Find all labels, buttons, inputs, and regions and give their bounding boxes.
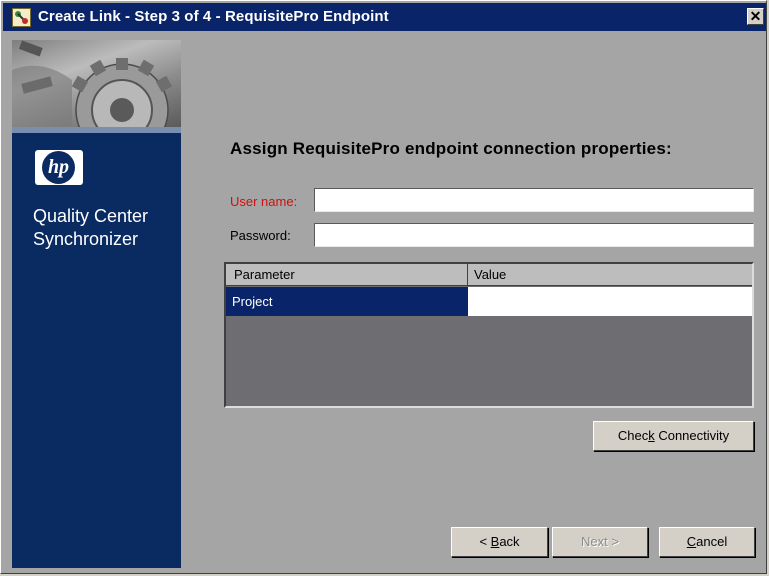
password-label: Password: [230, 228, 291, 243]
app-icon[interactable] [12, 8, 31, 27]
value-cell[interactable] [468, 287, 752, 316]
hp-logo-text: hp [47, 156, 70, 178]
column-header-value[interactable]: Value [468, 264, 752, 286]
parameters-grid: Parameter Value Project [224, 262, 754, 408]
username-label: User name: [230, 194, 298, 209]
back-button[interactable]: < Back [451, 527, 548, 557]
check-connectivity-button[interactable]: Check Connectivity [593, 421, 754, 451]
window-title: Create Link - Step 3 of 4 - RequisitePro… [38, 8, 389, 25]
password-field[interactable] [314, 223, 754, 247]
username-field[interactable] [314, 188, 754, 212]
title-bar: Create Link - Step 3 of 4 - RequisitePro… [3, 3, 766, 31]
gear-image [12, 40, 181, 127]
close-icon[interactable]: ✕ [747, 8, 764, 25]
next-button[interactable]: Next > [552, 527, 648, 557]
sidebar-divider [12, 127, 181, 133]
cancel-button[interactable]: Cancel [659, 527, 755, 557]
wizard-sidebar: hp Quality Center Synchronizer [12, 40, 181, 568]
create-link-dialog: Create Link - Step 3 of 4 - RequisitePro… [0, 0, 767, 574]
product-name: Quality Center Synchronizer [33, 206, 149, 249]
page-heading: Assign RequisitePro endpoint connection … [230, 139, 672, 158]
table-row[interactable]: Project [226, 287, 752, 316]
parameter-cell[interactable]: Project [226, 287, 468, 316]
hp-logo: hp [35, 150, 83, 185]
column-header-parameter[interactable]: Parameter [226, 264, 468, 286]
